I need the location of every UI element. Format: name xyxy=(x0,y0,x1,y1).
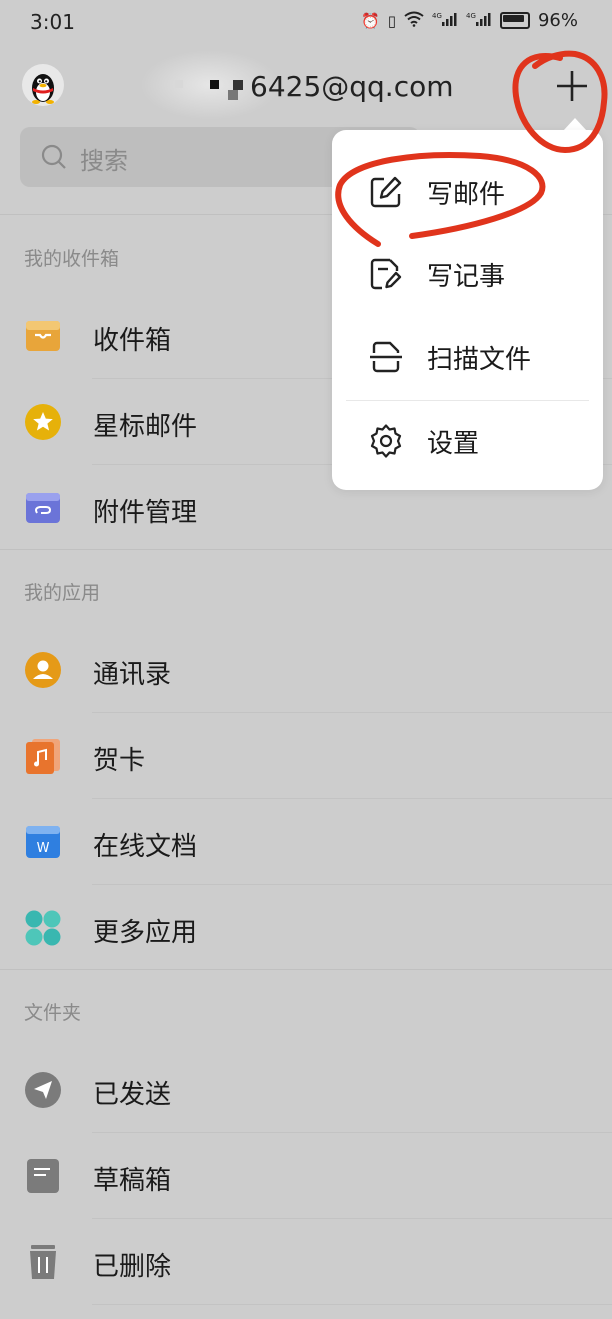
sidebar-item-label: 在线文档 xyxy=(93,832,198,862)
divider xyxy=(92,798,612,799)
qq-penguin-icon xyxy=(32,74,54,104)
section-title-inbox: 我的收件箱 xyxy=(24,248,120,270)
note-icon xyxy=(370,258,402,290)
sidebar-item-label: 贺卡 xyxy=(93,746,146,776)
trash-icon xyxy=(30,1245,56,1279)
menu-item-label: 写邮件 xyxy=(427,180,506,210)
sidebar-item-sent[interactable]: 已发送 xyxy=(0,1048,612,1134)
menu-item-label: 扫描文件 xyxy=(427,345,532,375)
divider xyxy=(92,1218,612,1219)
account-email[interactable]: 6425@qq.com xyxy=(250,70,454,103)
sidebar-item-label: 收件箱 xyxy=(93,326,172,356)
search-icon xyxy=(41,144,66,169)
menu-item-note[interactable]: 写记事 xyxy=(332,232,603,314)
divider xyxy=(92,1132,612,1133)
sidebar-item-deleted[interactable]: 已删除 xyxy=(0,1220,612,1306)
sidebar-item-label: 附件管理 xyxy=(93,498,198,528)
sidebar-item-contacts[interactable]: 通讯录 xyxy=(0,628,612,714)
sidebar-item-more-apps[interactable]: 更多应用 xyxy=(0,886,612,972)
sidebar-item-label: 更多应用 xyxy=(93,918,198,948)
sent-icon xyxy=(25,1072,61,1108)
sidebar-item-label: 通讯录 xyxy=(93,660,172,690)
signal-icon: 4G xyxy=(432,11,458,31)
add-button[interactable] xyxy=(552,66,592,106)
sidebar-item-label: 已发送 xyxy=(93,1080,172,1110)
more-apps-icon xyxy=(25,910,61,946)
signal-icon-2: 4G xyxy=(466,11,492,31)
menu-item-label: 设置 xyxy=(427,429,480,459)
sidebar-item-greeting-card[interactable]: 贺卡 xyxy=(0,714,612,800)
divider xyxy=(92,884,612,885)
sidebar-item-online-docs[interactable]: W 在线文档 xyxy=(0,800,612,886)
alarm-icon: ⏰ xyxy=(361,11,380,30)
svg-text:4G: 4G xyxy=(466,12,476,20)
sidebar-item-label: 星标邮件 xyxy=(93,412,198,442)
sidebar-item-label: 已删除 xyxy=(93,1252,172,1282)
svg-text:4G: 4G xyxy=(432,12,442,20)
greeting-card-icon xyxy=(26,739,60,774)
section-title-apps: 我的应用 xyxy=(24,582,101,604)
sidebar-item-drafts[interactable]: 草稿箱 xyxy=(0,1134,612,1220)
inbox-icon xyxy=(26,321,60,351)
account-header: 6425@qq.com xyxy=(0,50,612,120)
divider xyxy=(92,712,612,713)
svg-text:W: W xyxy=(37,841,50,856)
wifi-icon xyxy=(404,11,424,31)
battery-level: 96% xyxy=(537,10,578,31)
menu-item-scan[interactable]: 扫描文件 xyxy=(332,315,603,397)
divider xyxy=(92,1304,612,1305)
add-popup-menu: 写邮件 写记事 扫描文件 设置 xyxy=(332,130,603,490)
section-divider xyxy=(0,549,612,550)
menu-item-compose[interactable]: 写邮件 xyxy=(332,150,603,232)
status-bar: 3:01 ⏰ ▯ 4G 4G 96% xyxy=(0,0,612,44)
contacts-icon xyxy=(25,652,61,688)
section-divider xyxy=(0,969,612,970)
settings-icon xyxy=(370,424,402,458)
avatar[interactable] xyxy=(22,64,64,106)
search-placeholder: 搜索 xyxy=(80,147,128,175)
status-time: 3:01 xyxy=(30,10,75,34)
star-icon xyxy=(25,404,61,440)
document-icon: W xyxy=(26,826,60,858)
sidebar-item-label: 草稿箱 xyxy=(93,1166,172,1196)
menu-item-settings[interactable]: 设置 xyxy=(332,399,603,481)
vibrate-icon: ▯ xyxy=(387,11,396,30)
scan-icon xyxy=(370,341,402,373)
menu-item-label: 写记事 xyxy=(427,262,506,292)
draft-icon xyxy=(27,1159,59,1193)
plus-icon xyxy=(557,71,587,101)
compose-icon xyxy=(370,176,402,208)
section-title-folders: 文件夹 xyxy=(24,1002,82,1024)
attachment-icon xyxy=(26,493,60,523)
status-icons: ⏰ ▯ 4G 4G 96% xyxy=(361,10,578,31)
battery-icon xyxy=(499,12,530,29)
